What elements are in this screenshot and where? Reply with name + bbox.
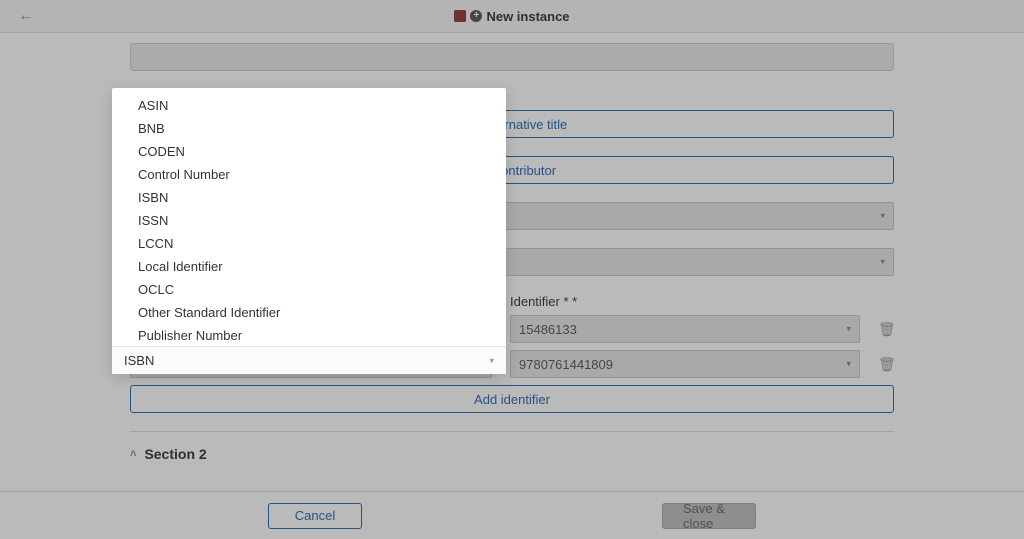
- identifier-value-text: 9780761441809: [519, 357, 613, 372]
- plus-icon: +: [470, 10, 482, 22]
- chevron-down-icon: ▾: [846, 324, 851, 335]
- chevron-up-icon: ˄: [130, 448, 136, 460]
- dropdown-option[interactable]: Local Identifier: [112, 255, 506, 278]
- cancel-label: Cancel: [295, 508, 335, 523]
- prev-field-placeholder: [130, 43, 894, 71]
- dropdown-option[interactable]: Control Number: [112, 163, 506, 186]
- trash-icon[interactable]: 🗑: [878, 321, 894, 338]
- add-identifier-button[interactable]: Add identifier: [130, 385, 894, 413]
- identifier-col-label: Identifier * *: [510, 294, 894, 309]
- dropdown-option[interactable]: BNB: [112, 117, 506, 140]
- save-label: Save & close: [683, 501, 735, 531]
- page-title: + New instance: [454, 9, 569, 24]
- identifier-value-input[interactable]: 15486133 ▾: [510, 315, 860, 343]
- dropdown-option[interactable]: OCLC: [112, 278, 506, 301]
- chevron-down-icon: ▾: [846, 359, 851, 370]
- chevron-down-icon: ▾: [880, 257, 885, 268]
- dropdown-option[interactable]: CODEN: [112, 140, 506, 163]
- chevron-down-icon: ▾: [880, 211, 885, 222]
- footer-bar: Cancel Save & close: [0, 491, 1024, 539]
- dropdown-option[interactable]: LCCN: [112, 232, 506, 255]
- dropdown-option[interactable]: ASIN: [112, 94, 506, 117]
- dropdown-option[interactable]: ISSN: [112, 209, 506, 232]
- dropdown-selected-text: ISBN: [124, 353, 154, 368]
- add-identifier-label: Add identifier: [474, 392, 550, 407]
- identifier-value-input[interactable]: 9780761441809 ▾: [510, 350, 860, 378]
- identifier-type-dropdown: ASINBNBCODENControl NumberISBNISSNLCCNLo…: [112, 88, 506, 374]
- save-close-button[interactable]: Save & close: [662, 503, 756, 529]
- page-title-text: New instance: [486, 9, 569, 24]
- trash-icon[interactable]: 🗑: [878, 356, 894, 373]
- identifier-value-text: 15486133: [519, 322, 577, 337]
- chevron-down-icon: ▾: [489, 355, 494, 366]
- app-icon: [454, 10, 466, 22]
- header-bar: ← + New instance: [0, 0, 1024, 33]
- dropdown-option[interactable]: Other Standard Identifier: [112, 301, 506, 324]
- cancel-button[interactable]: Cancel: [268, 503, 362, 529]
- dropdown-selected-display[interactable]: ISBN ▾: [112, 346, 506, 374]
- section-2-label: Section 2: [144, 446, 206, 462]
- dropdown-list: ASINBNBCODENControl NumberISBNISSNLCCNLo…: [112, 94, 506, 342]
- dropdown-option[interactable]: ISBN: [112, 186, 506, 209]
- dropdown-option[interactable]: Publisher Number: [112, 324, 506, 342]
- back-icon[interactable]: ←: [18, 7, 34, 25]
- section-2-header[interactable]: ˄ Section 2: [130, 431, 894, 462]
